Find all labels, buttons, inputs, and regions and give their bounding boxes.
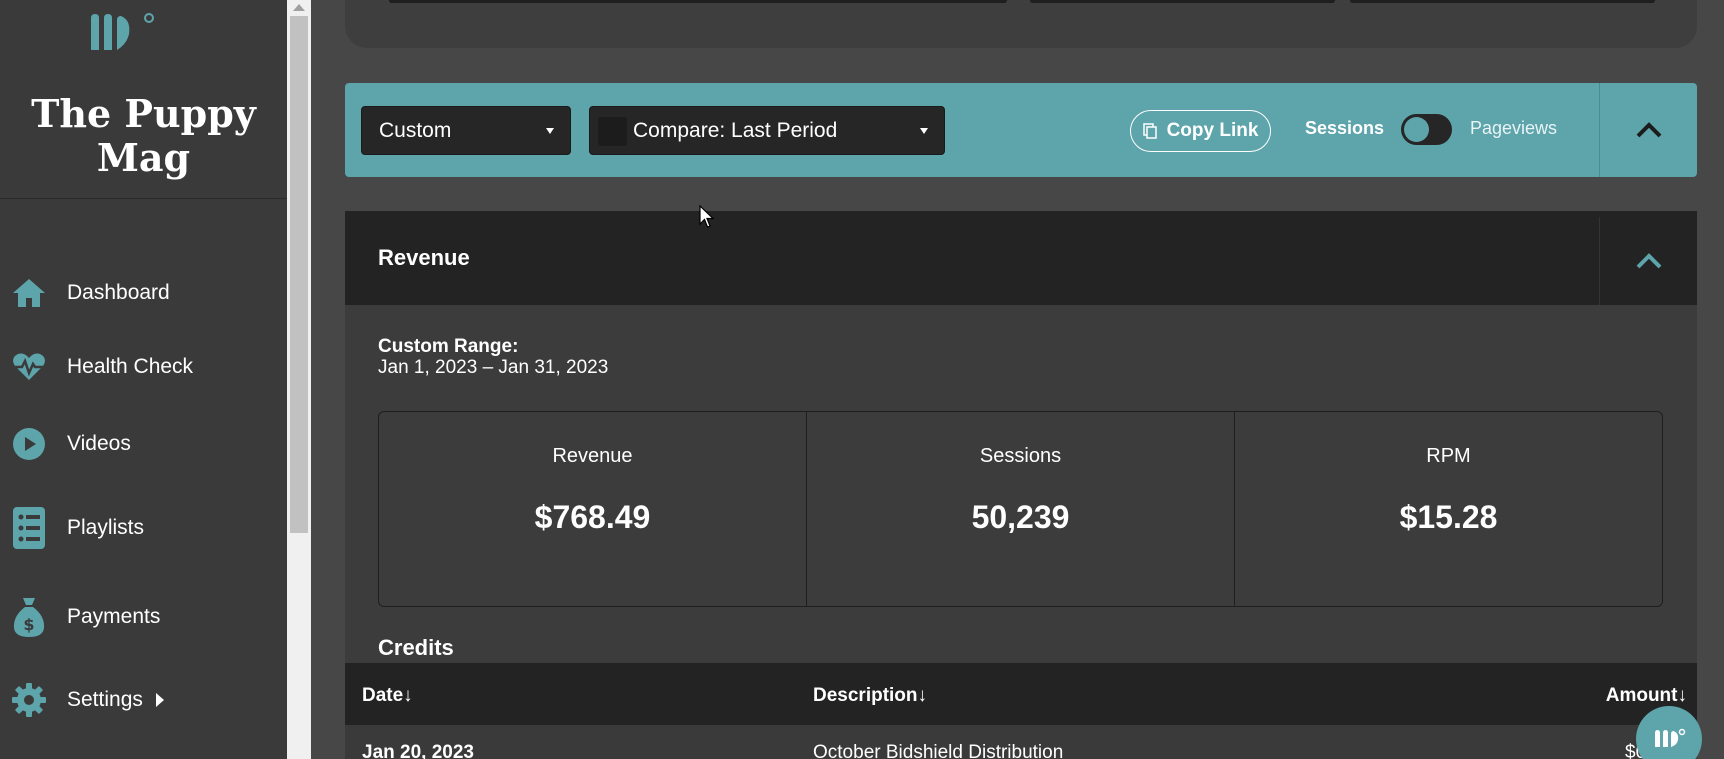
compare-select-value: Compare: Last Period [633,118,838,142]
sidebar-item-label: Videos [67,432,131,455]
compare-select[interactable]: Compare: Last Period [589,106,945,155]
credits-table: Date↓ Description↓ Amount↓ Jan 20, 2023 … [345,663,1697,759]
sidebar-scrollbar[interactable] [287,0,311,759]
metric-value: $15.28 [1399,499,1498,535]
svg-text:$: $ [23,615,34,634]
column-header-amount[interactable]: Amount↓ [1606,685,1687,707]
metric-label: RPM [1426,445,1471,467]
revenue-collapse-button[interactable] [1599,217,1697,305]
caret-right-icon [156,693,164,707]
toggle-label-sessions: Sessions [1305,118,1385,138]
brand-logo[interactable] [87,10,157,58]
metric-revenue: Revenue $768.49 [379,412,807,606]
column-header-date[interactable]: Date↓ [362,685,413,707]
range-value: Jan 1, 2023 – Jan 31, 2023 [378,357,609,378]
toolbar-collapse-button[interactable] [1600,83,1697,177]
metric-label: Sessions [979,445,1062,467]
range-select-value: Custom [379,118,452,142]
mouse-cursor-icon [699,205,715,228]
revenue-panel-title: Revenue [378,245,470,270]
metric-value: $768.49 [534,499,651,535]
sidebar: The Puppy Mag Dashboard Health Check Vid… [0,0,287,759]
copy-link-button[interactable]: Copy Link [1130,110,1271,152]
metric-label: Revenue [552,445,633,467]
table-header: Date↓ Description↓ Amount↓ [345,663,1697,725]
compare-checkbox[interactable] [598,117,627,146]
sidebar-divider [0,198,287,199]
range-label: Custom Range: [378,336,519,357]
sidebar-item-label: Settings [67,688,143,711]
top-card-bar [1030,0,1335,3]
sidebar-item-payments[interactable]: $ Payments [0,589,287,645]
sidebar-item-label: Dashboard [67,281,170,304]
sidebar-item-label: Health Check [67,355,194,378]
sidebar-item-settings[interactable]: Settings [0,672,287,728]
metrics-grid: Revenue $768.49 Sessions 50,239 RPM $15.… [378,411,1663,607]
cell-date: Jan 20, 2023 [362,742,474,759]
revenue-panel-body: Custom Range: Jan 1, 2023 – Jan 31, 2023… [345,305,1697,665]
sidebar-item-health-check[interactable]: Health Check [0,339,287,395]
caret-down-icon [920,128,928,134]
metric-rpm: RPM $15.28 [1235,412,1662,606]
column-header-description[interactable]: Description↓ [813,685,927,707]
toggle-label-pageviews: Pageviews [1470,118,1558,138]
heartbeat-icon [10,348,48,386]
top-card-bar [1350,0,1655,3]
filter-toolbar: Custom Compare: Last Period Copy Link Se… [345,83,1697,177]
play-icon [10,425,48,463]
scroll-thumb[interactable] [290,16,308,533]
metric-sessions: Sessions 50,239 [807,412,1235,606]
chevron-up-icon [1636,122,1661,138]
sidebar-item-playlists[interactable]: Playlists [0,500,287,556]
sidebar-item-label: Payments [67,605,161,628]
caret-down-icon [546,128,554,134]
top-card-bar [389,0,1007,3]
copy-icon [1142,123,1157,139]
sidebar-item-label: Playlists [67,516,145,539]
range-select[interactable]: Custom [361,106,571,155]
brand-logo-icon [1655,728,1686,747]
home-icon [10,274,48,312]
gear-icon [10,681,48,719]
toggle-knob [1404,117,1429,142]
site-title: The Puppy Mag [31,91,256,180]
top-card [345,0,1697,48]
money-bag-icon: $ [10,598,48,637]
cell-description: October Bidshield Distribution [813,742,1064,759]
metric-value: 50,239 [971,499,1070,535]
sidebar-item-videos[interactable]: Videos [0,416,287,472]
copy-link-label: Copy Link [1166,120,1259,141]
list-icon [10,507,48,549]
chevron-up-icon [1636,253,1661,269]
scroll-up-icon[interactable] [293,4,305,11]
table-row: Jan 20, 2023 October Bidshield Distribut… [345,725,1697,759]
credits-title: Credits [378,635,454,660]
sessions-pageviews-toggle[interactable] [1401,114,1452,145]
revenue-panel-header: Revenue [345,211,1697,305]
sidebar-item-dashboard[interactable]: Dashboard [0,265,287,321]
